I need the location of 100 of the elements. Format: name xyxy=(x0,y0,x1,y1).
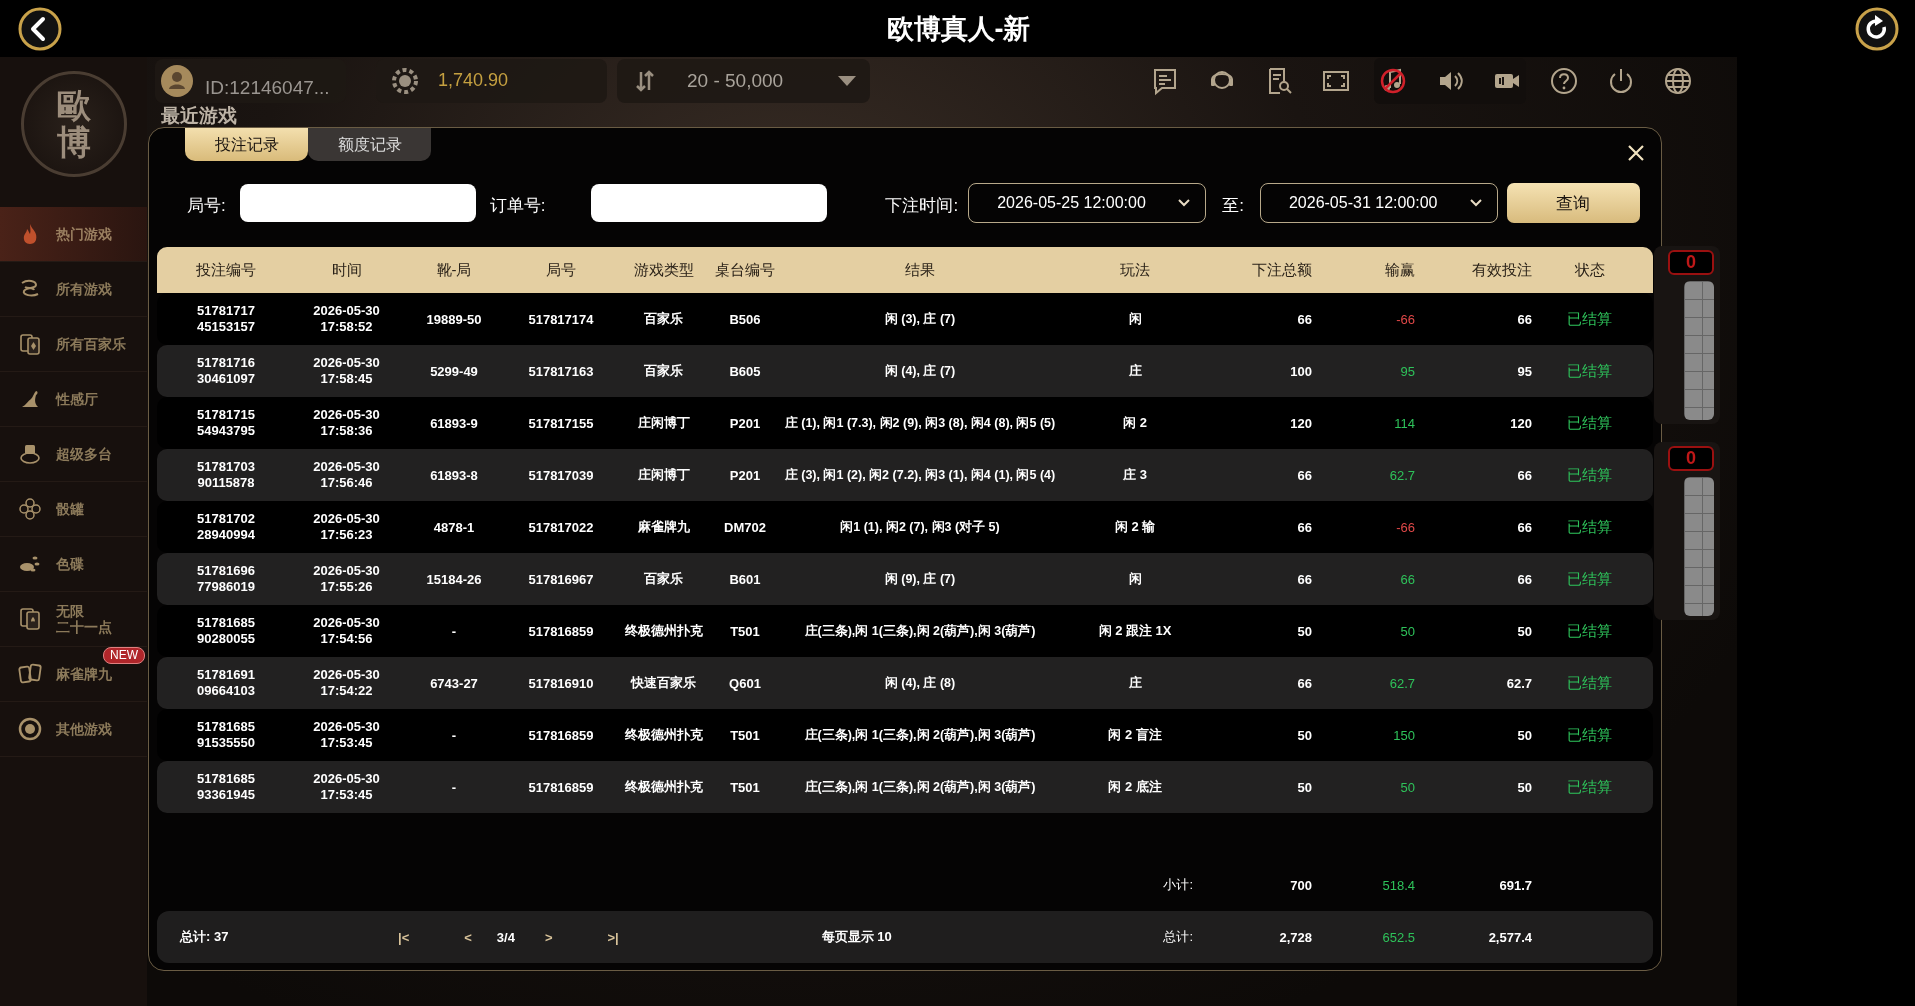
table-cell-text: 闲 2 底注 xyxy=(1107,778,1163,796)
page-size-label: 每页显示 10 xyxy=(821,928,892,946)
help-icon[interactable] xyxy=(1549,65,1579,96)
table-cell-text: 66 xyxy=(1399,571,1416,587)
table-cell-text: 闲 2 盲注 xyxy=(1107,726,1163,744)
field-label: 局号: xyxy=(187,194,226,217)
table-cell-text: 517817155 xyxy=(527,415,595,431)
counter-badge: 0 xyxy=(1668,446,1714,471)
chevron-down-icon xyxy=(1468,198,1483,208)
tab[interactable]: 投注记录 xyxy=(185,128,308,161)
date-dropdown[interactable]: 2026-05-31 12:00:00 xyxy=(1259,183,1498,223)
table-cell-text: 庄闲博丁 xyxy=(636,466,691,484)
table-cell-text: 已结算 xyxy=(1566,777,1613,797)
table-cell-text: 终极德州扑克 xyxy=(623,726,704,744)
column-header: 结果 xyxy=(904,260,936,280)
balance-amount: 1,740.90 xyxy=(438,70,509,91)
table-cell-text: 61893-9 xyxy=(429,415,479,431)
table-cell-text: 已结算 xyxy=(1566,309,1613,329)
table-cell-text: 闲 xyxy=(1127,310,1143,328)
last-page-button[interactable]: >| xyxy=(607,929,619,945)
table-cell-text: 终极德州扑克 xyxy=(623,778,704,796)
field-label: 至: xyxy=(1222,194,1244,217)
table-cell-text: 已结算 xyxy=(1566,725,1613,745)
summary-value: 2,577.4 xyxy=(1487,929,1533,945)
column-header: 输赢 xyxy=(1384,260,1416,280)
multi-table-icon xyxy=(18,442,42,466)
table-cell-text: 50 xyxy=(1516,727,1533,743)
back-button[interactable] xyxy=(18,6,62,51)
table-cell-text: T501 xyxy=(729,779,761,795)
table-cell-text: 2026-05-30 17:58:52 xyxy=(312,303,381,335)
input-field[interactable] xyxy=(591,184,828,222)
table-cell: 5178170390115878 xyxy=(196,459,256,491)
table-cell-text: 150 xyxy=(1392,727,1416,743)
table-cell-text: 闲 xyxy=(1127,570,1143,588)
table-cell-text: 2026-05-30 17:58:36 xyxy=(312,407,381,439)
first-page-button[interactable]: |< xyxy=(398,929,410,945)
table-cell-text: 庄(三条),闲 1(三条),闲 2(葫芦),闲 3(葫芦) xyxy=(803,778,1037,796)
field-label: 下注时间: xyxy=(885,194,959,217)
table-cell-text: 2026-05-30 17:54:56 xyxy=(312,615,381,647)
table-cell-text: 50 xyxy=(1399,779,1416,795)
column-header: 游戏类型 xyxy=(632,260,695,280)
sidebar-item[interactable]: NEW 麻雀牌九 xyxy=(0,647,147,702)
table-cell-text: 2026-05-30 17:53:45 xyxy=(312,771,381,803)
table-cell-text: 66 xyxy=(1296,311,1313,327)
sidebar-item[interactable]: 热门游戏 xyxy=(0,207,147,262)
next-page-button[interactable]: > xyxy=(544,929,553,945)
table-cell-text: 2026-05-30 17:56:46 xyxy=(312,459,381,491)
column-header: 状态 xyxy=(1573,260,1606,280)
chip-icon xyxy=(18,717,42,741)
column-header: 下注总额 xyxy=(1251,260,1313,280)
table-cell-text: DM702 xyxy=(723,519,767,535)
table-cell-text: 麻雀牌九 xyxy=(636,518,691,536)
avatar-icon xyxy=(161,64,193,97)
table-cell-text: 62.7 xyxy=(1505,675,1533,691)
table-cell-text: P201 xyxy=(728,415,762,431)
close-icon[interactable] xyxy=(1627,144,1645,162)
table-cell-text: 517817163 xyxy=(527,363,595,379)
table-cell-text: 闲 (9), 庄 (7) xyxy=(883,570,957,588)
table-cell-text: 庄 3 xyxy=(1122,466,1148,484)
previous-page-button[interactable]: < xyxy=(464,929,472,945)
table-cell-text: 快速百家乐 xyxy=(629,674,697,692)
table-cell-text: 已结算 xyxy=(1566,517,1613,537)
table-cell-text: 517816859 xyxy=(527,623,595,639)
tab[interactable]: 额度记录 xyxy=(308,128,431,161)
table-cell: 5178171630461097 xyxy=(196,355,256,387)
table-cell-text: 15184-26 xyxy=(425,571,483,587)
input-field[interactable] xyxy=(239,184,476,222)
table-cell-text: 66 xyxy=(1296,519,1313,535)
search-button[interactable]: 查询 xyxy=(1506,183,1640,223)
chevron-down-icon xyxy=(1177,198,1192,208)
date-dropdown[interactable]: 2026-05-25 12:00:00 xyxy=(968,183,1207,223)
table-cell-text: 66 xyxy=(1296,571,1313,587)
table-cell: 5178168590280055 xyxy=(196,615,256,647)
table-cell-text: Q601 xyxy=(728,675,762,691)
globe-icon[interactable] xyxy=(1663,65,1693,96)
table-cell-text: 闲 2 输 xyxy=(1113,518,1157,536)
table-cell-text: B605 xyxy=(728,363,762,379)
table-cell-text: T501 xyxy=(729,727,761,743)
table-cell-text: 66 xyxy=(1516,467,1533,483)
summary-value: 652.5 xyxy=(1381,929,1416,945)
summary-value: 691.7 xyxy=(1498,877,1533,893)
table-cell: 5178168593361945 xyxy=(196,771,256,803)
table-cell: 5178169677986019 xyxy=(196,563,256,595)
table-cell-text: 百家乐 xyxy=(643,362,684,380)
summary-label: 小计: xyxy=(1162,876,1194,894)
table-cell-text: 50 xyxy=(1516,623,1533,639)
table-cell-text: 庄 (1), 闲1 (7.3), 闲2 (9), 闲3 (8), 闲4 (8), 闲5 (5) xyxy=(783,414,1057,432)
bet-limit-selector[interactable]: 20 - 50,000 xyxy=(617,58,870,103)
table-cell-text: - xyxy=(450,779,458,795)
table-cell-text: 2026-05-30 17:53:45 xyxy=(312,719,381,751)
table-cell-text: T501 xyxy=(729,623,761,639)
dice-icon xyxy=(18,497,42,521)
refresh-button[interactable] xyxy=(1855,6,1899,51)
table-cell-text: 61893-8 xyxy=(429,467,479,483)
table-cell-text: 闲1 (1), 闲2 (7), 闲3 (对子 5) xyxy=(839,518,1001,536)
table-cell-text: 50 xyxy=(1516,779,1533,795)
table-cell-text: 517816859 xyxy=(527,779,595,795)
caret-icon xyxy=(837,74,857,87)
table-cell-text: 已结算 xyxy=(1566,621,1613,641)
page-indicator: 3/4 xyxy=(496,929,515,945)
